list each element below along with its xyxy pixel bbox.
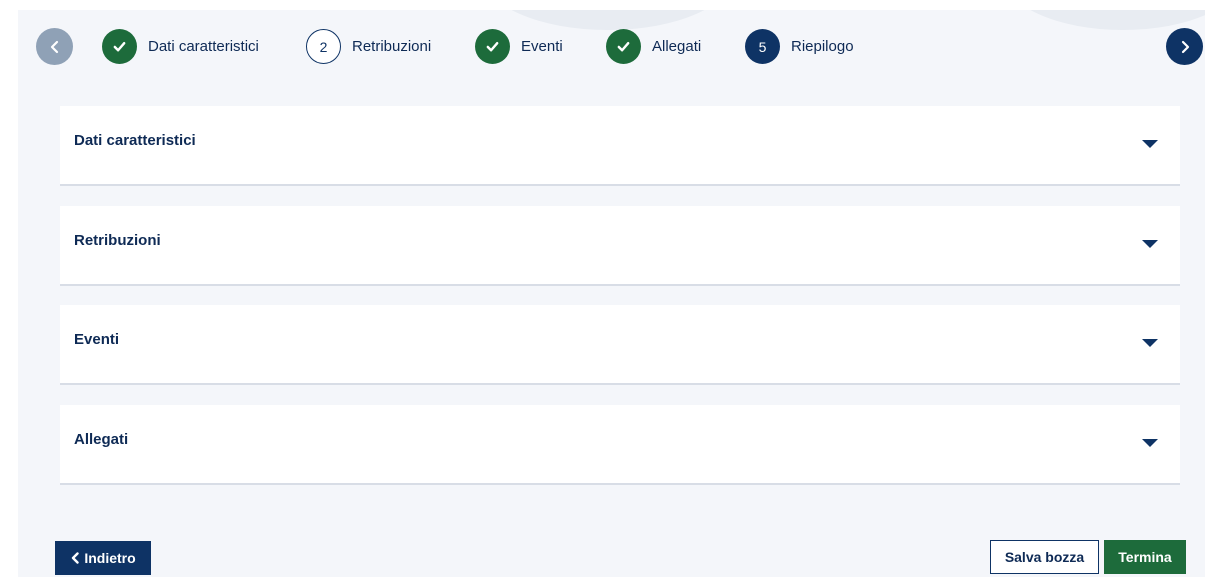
checkmark-icon	[486, 42, 499, 52]
accordion-dati-caratteristici[interactable]: Dati caratteristici	[60, 106, 1180, 186]
stepper-previous-button[interactable]	[36, 28, 73, 65]
save-draft-button[interactable]: Salva bozza	[990, 540, 1099, 574]
step-completed-badge	[102, 29, 137, 64]
step-label: Riepilogo	[791, 38, 854, 55]
accordion-title: Dati caratteristici	[74, 132, 196, 149]
accordion-eventi[interactable]: Eventi	[60, 305, 1180, 385]
step-dati-caratteristici[interactable]: Dati caratteristici	[102, 28, 259, 65]
chevron-left-icon	[72, 552, 80, 564]
caret-down-icon	[1142, 439, 1158, 447]
step-number-badge: 2	[306, 29, 341, 64]
caret-down-icon	[1142, 339, 1158, 347]
caret-down-icon	[1142, 140, 1158, 148]
caret-down-icon	[1142, 240, 1158, 248]
step-retribuzioni[interactable]: 2 Retribuzioni	[306, 28, 431, 65]
chevron-left-icon	[50, 40, 58, 53]
step-completed-badge	[606, 29, 641, 64]
checkmark-icon	[113, 42, 126, 52]
step-label: Allegati	[652, 38, 702, 55]
stepper-next-button[interactable]	[1166, 28, 1203, 65]
back-button-label: Indietro	[84, 550, 136, 566]
accordion-title: Eventi	[74, 331, 120, 348]
step-eventi[interactable]: Eventi	[475, 28, 563, 65]
back-button[interactable]: Indietro	[55, 541, 151, 575]
accordion-retribuzioni[interactable]: Retribuzioni	[60, 206, 1180, 286]
step-riepilogo[interactable]: 5 Riepilogo	[745, 28, 854, 65]
step-label: Eventi	[521, 38, 563, 55]
step-number-badge: 5	[745, 29, 780, 64]
step-allegati[interactable]: Allegati	[606, 28, 701, 65]
step-label: Retribuzioni	[352, 38, 432, 55]
step-label: Dati caratteristici	[148, 38, 259, 55]
checkmark-icon	[617, 42, 630, 52]
finish-button[interactable]: Termina	[1104, 540, 1186, 574]
step-completed-badge	[475, 29, 510, 64]
accordion-title: Retribuzioni	[74, 232, 161, 249]
chevron-right-icon	[1181, 40, 1189, 53]
accordion-allegati[interactable]: Allegati	[60, 405, 1180, 485]
summary-page: Dati caratteristici 2 Retribuzioni Event…	[18, 10, 1205, 577]
accordion-title: Allegati	[74, 431, 129, 448]
wizard-stepper: Dati caratteristici 2 Retribuzioni Event…	[18, 10, 1205, 82]
